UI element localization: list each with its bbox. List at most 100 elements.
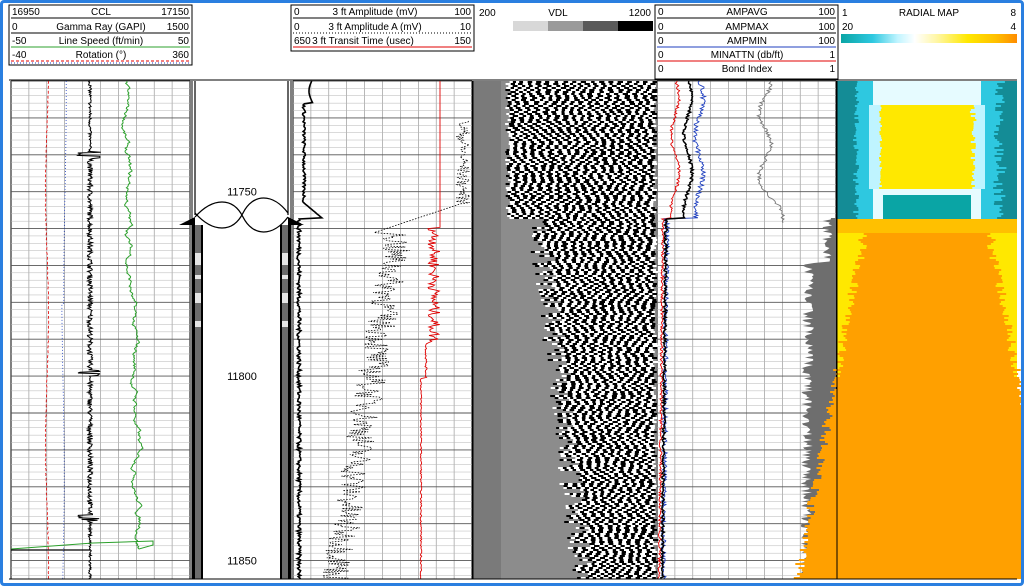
- vdl-stripe: [646, 311, 652, 313]
- vdl-stripe: [576, 201, 582, 203]
- vdl-stripe: [613, 259, 617, 261]
- vdl-stripe: [629, 87, 633, 89]
- vdl-stripe: [593, 263, 597, 265]
- vdl-stripe: [632, 93, 638, 95]
- vdl-stripe: [625, 367, 630, 369]
- vdl-row: [548, 317, 656, 319]
- vdl-stripe: [593, 317, 598, 319]
- vdl-stripe: [589, 337, 595, 339]
- vdl-stripe: [541, 97, 546, 99]
- vdl-stripe: [574, 213, 579, 215]
- vdl-stripe: [584, 195, 590, 197]
- vdl-row: [547, 261, 655, 263]
- vdl-stripe: [642, 143, 648, 145]
- vdl-stripe: [616, 253, 622, 255]
- vdl-stripe: [628, 183, 634, 185]
- vdl-stripe: [644, 121, 649, 123]
- vdl-stripe: [510, 181, 516, 183]
- vdl-stripe: [540, 299, 545, 301]
- vdl-stripe: [625, 273, 630, 275]
- vdl-stripe: [586, 141, 591, 143]
- vdl-stripe: [624, 113, 628, 115]
- vdl-stripe: [625, 357, 631, 359]
- vdl-stripe: [539, 101, 545, 103]
- vdl-stripe: [648, 271, 653, 273]
- vdl-stripe: [532, 113, 536, 115]
- vdl-stripe: [591, 97, 596, 99]
- vdl-stripe: [514, 191, 520, 193]
- vdl-stripe: [611, 85, 617, 87]
- vdl-stripe: [558, 297, 564, 299]
- vdl-stripe: [561, 109, 566, 111]
- vdl-stripe: [651, 217, 655, 219]
- vdl-stripe: [600, 173, 606, 175]
- vdl-stripe: [601, 167, 606, 169]
- vdl-stripe: [580, 247, 586, 249]
- vdl-stripe: [617, 325, 622, 327]
- vdl-stripe: [617, 349, 623, 351]
- vdl-stripe: [564, 229, 570, 231]
- vdl-stripe: [640, 337, 644, 339]
- vdl-stripe: [651, 87, 655, 89]
- vdl-stripe: [580, 179, 586, 181]
- vdl-stripe: [542, 339, 548, 341]
- vdl-stripe: [580, 231, 584, 233]
- vdl-stripe: [517, 123, 521, 125]
- vdl-stripe: [621, 193, 627, 195]
- vdl-stripe: [612, 135, 617, 137]
- vdl-stripe: [644, 99, 649, 101]
- vdl-stripe: [621, 163, 626, 165]
- vdl-stripe: [606, 153, 610, 155]
- vdl-stripe: [570, 109, 574, 111]
- vdl-stripe: [585, 361, 590, 363]
- vdl-stripe: [563, 195, 567, 197]
- vdl-stripe: [617, 123, 621, 125]
- vdl-stripe: [612, 333, 618, 335]
- vdl-stripe: [578, 275, 584, 277]
- vdl-stripe: [547, 151, 553, 153]
- vdl-stripe: [535, 177, 541, 179]
- vdl-stripe: [566, 325, 572, 327]
- vdl-stripe: [599, 371, 603, 373]
- vdl-stripe: [563, 117, 569, 119]
- vdl-stripe: [606, 85, 612, 87]
- vdl-stripe: [563, 115, 569, 117]
- vdl-stripe: [649, 319, 655, 321]
- vdl-stripe: [650, 199, 657, 201]
- vdl-stripe: [558, 265, 564, 267]
- vdl-stripe: [627, 227, 632, 229]
- vdl-stripe: [506, 175, 510, 177]
- vdl-stripe: [645, 109, 651, 111]
- vdl-stripe: [583, 289, 588, 291]
- vdl-stripe: [566, 297, 572, 299]
- vdl-stripe: [575, 373, 580, 375]
- vdl-stripe: [638, 111, 643, 113]
- vdl-stripe: [590, 193, 596, 195]
- vdl-stripe: [603, 175, 608, 177]
- vdl-stripe: [596, 301, 600, 303]
- vdl-row: [509, 81, 658, 83]
- vdl-stripe: [565, 109, 571, 111]
- vdl-stripe: [539, 265, 544, 267]
- vdl-stripe: [582, 103, 588, 105]
- vdl-stripe: [510, 117, 515, 119]
- vdl-stripe: [518, 111, 524, 113]
- track3-curves: [294, 80, 471, 580]
- vdl-stripe: [545, 325, 551, 327]
- vdl-stripe: [597, 317, 601, 319]
- vdl-stripe: [562, 191, 567, 193]
- vdl-stripe: [552, 127, 557, 129]
- vdl-stripe: [592, 365, 596, 367]
- track1-curve-name: Gamma Ray (GAPI): [56, 22, 145, 33]
- vdl-stripe: [561, 239, 567, 241]
- vdl-stripe: [628, 267, 634, 269]
- vdl-stripe: [632, 349, 637, 351]
- track1-curve-name: CCL: [91, 7, 111, 18]
- vdl-stripe: [527, 139, 533, 141]
- vdl-stripe: [575, 209, 580, 211]
- vdl-stripe: [581, 327, 587, 329]
- vdl-stripe: [579, 89, 583, 91]
- vdl-stripe: [559, 185, 563, 187]
- vdl-stripe: [558, 149, 562, 151]
- vdl-stripe: [637, 211, 643, 213]
